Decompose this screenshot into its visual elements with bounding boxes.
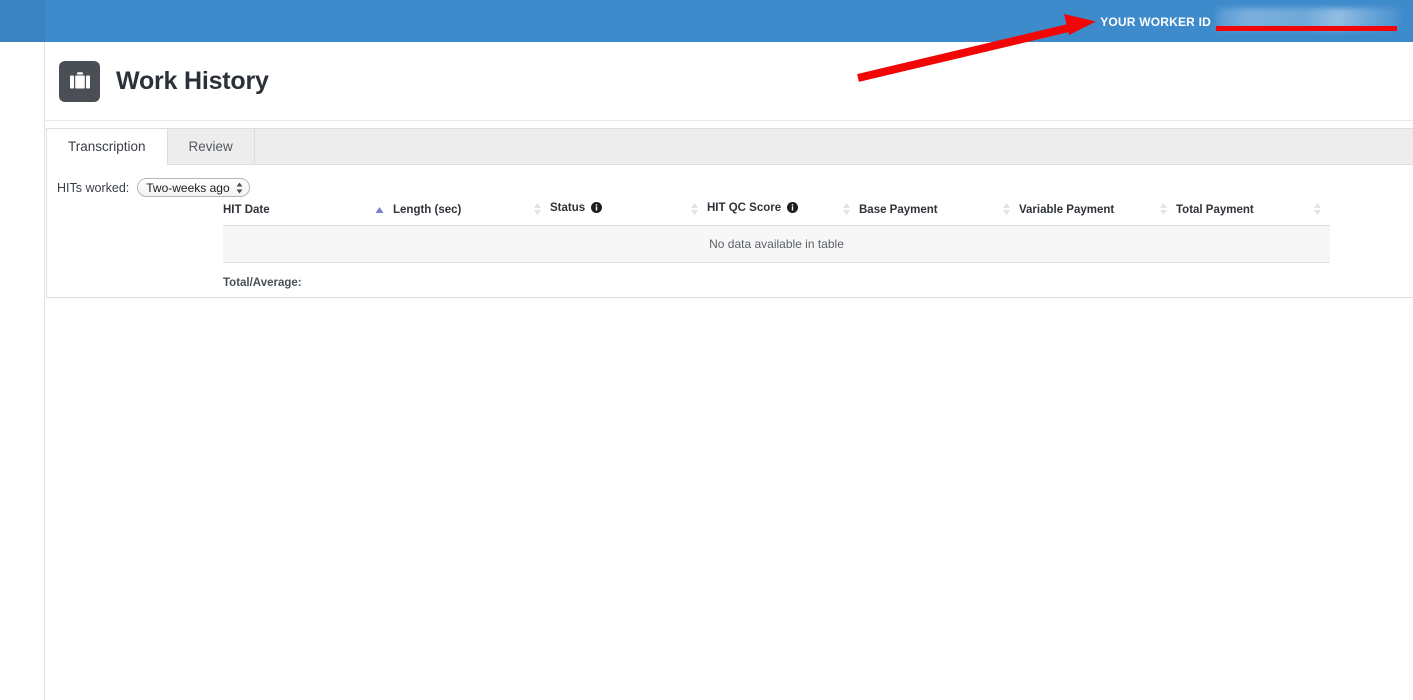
- sort-none-icon: [1159, 202, 1168, 216]
- sort-none-icon: [1002, 202, 1011, 216]
- table-footer-length: [393, 263, 550, 290]
- table-footer-base-payment: [859, 263, 1019, 290]
- column-header-hit-date[interactable]: HIT Date: [223, 198, 393, 226]
- column-header-hit-qc-score-label: HIT QC Score: [707, 202, 781, 214]
- table-footer-qc-score: [707, 263, 859, 290]
- column-header-status[interactable]: Status: [550, 198, 707, 226]
- top-navigation-bar: YOUR WORKER ID: [0, 0, 1413, 42]
- column-header-total-payment-label: Total Payment: [1176, 204, 1254, 216]
- tab-review[interactable]: Review: [168, 129, 255, 164]
- table-footer-row: Total/Average:: [223, 263, 1330, 290]
- briefcase-icon: [59, 61, 100, 102]
- table-header-row: HIT Date Length (sec): [223, 198, 1330, 226]
- hits-worked-select-value: Two-weeks ago: [146, 181, 229, 195]
- table-footer: Total/Average:: [223, 263, 1330, 290]
- column-header-variable-payment-label: Variable Payment: [1019, 204, 1114, 216]
- tab-review-label: Review: [189, 139, 233, 154]
- column-header-base-payment[interactable]: Base Payment: [859, 198, 1019, 226]
- table-footer-status: [550, 263, 707, 290]
- work-history-table-wrapper: HIT Date Length (sec): [223, 198, 1330, 289]
- column-header-length[interactable]: Length (sec): [393, 198, 550, 226]
- sort-none-icon: [533, 202, 542, 216]
- tab-strip: Transcription Review: [47, 129, 1413, 165]
- worker-id-label: YOUR WORKER ID: [1100, 15, 1211, 29]
- work-history-table: HIT Date Length (sec): [223, 198, 1330, 289]
- info-icon-hit-qc-score[interactable]: [787, 202, 798, 216]
- column-header-variable-payment[interactable]: Variable Payment: [1019, 198, 1176, 226]
- work-history-page: YOUR WORKER ID Work History Transcriptio…: [0, 0, 1413, 700]
- work-history-panel: Transcription Review HITs worked: Two-we…: [46, 128, 1413, 298]
- column-header-status-label: Status: [550, 202, 585, 214]
- topbar-left-rail: [0, 0, 45, 42]
- info-icon-status[interactable]: [591, 202, 602, 216]
- hits-worked-select[interactable]: Two-weeks ago: [137, 178, 249, 197]
- page-title-zone: Work History: [46, 42, 1413, 121]
- table-empty-message: No data available in table: [223, 226, 1330, 263]
- sort-ascending-icon: [374, 205, 385, 216]
- sort-none-icon: [1313, 202, 1322, 216]
- hits-worked-filter-row: HITs worked: Two-weeks ago: [47, 165, 1413, 197]
- table-footer-label: Total/Average:: [223, 263, 393, 290]
- column-header-base-payment-label: Base Payment: [859, 204, 938, 216]
- hits-worked-label: HITs worked:: [57, 181, 129, 195]
- table-footer-total-payment: [1176, 263, 1330, 290]
- worker-id-value-redacted: [1216, 8, 1399, 30]
- table-header: HIT Date Length (sec): [223, 198, 1330, 226]
- column-header-length-label: Length (sec): [393, 204, 461, 216]
- page-title: Work History: [116, 67, 269, 96]
- table-footer-variable-payment: [1019, 263, 1176, 290]
- column-header-total-payment[interactable]: Total Payment: [1176, 198, 1330, 226]
- table-empty-row: No data available in table: [223, 226, 1330, 263]
- page-title-row: Work History: [59, 61, 269, 102]
- column-header-hit-qc-score[interactable]: HIT QC Score: [707, 198, 859, 226]
- page-left-rail: [0, 42, 45, 700]
- sort-none-icon: [690, 202, 699, 216]
- table-body: No data available in table: [223, 226, 1330, 263]
- column-header-hit-date-label: HIT Date: [223, 204, 270, 216]
- tab-transcription[interactable]: Transcription: [47, 129, 168, 164]
- sort-none-icon: [842, 202, 851, 216]
- chevron-up-down-icon: [236, 181, 243, 194]
- tab-transcription-label: Transcription: [68, 139, 146, 154]
